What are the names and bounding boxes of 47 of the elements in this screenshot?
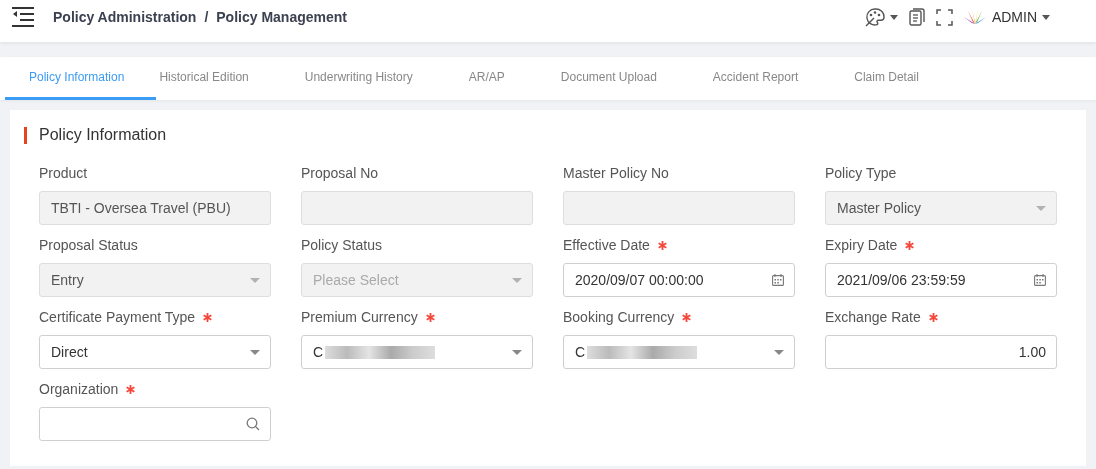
caret-icon <box>512 277 522 283</box>
user-name[interactable]: ADMIN <box>991 9 1037 25</box>
field-label: Premium Currency <box>301 309 418 325</box>
caret-icon <box>512 349 522 355</box>
field-label: Certificate Payment Type <box>39 309 196 325</box>
number-field[interactable]: 1.00 <box>825 335 1057 369</box>
document-icon[interactable] <box>908 8 925 26</box>
search-icon <box>246 417 260 431</box>
date-field[interactable]: 2020/09/07 00:00:00 <box>563 263 795 297</box>
dropdown[interactable]: C <box>563 335 795 369</box>
search-field[interactable] <box>39 407 271 441</box>
tab[interactable]: Accident Report <box>688 57 831 100</box>
caret-icon <box>250 277 260 283</box>
tab[interactable]: Claim Detail <box>830 57 951 100</box>
menu-icon[interactable] <box>12 7 34 27</box>
fullscreen-icon[interactable] <box>935 8 953 26</box>
date-field[interactable]: 2021/09/06 23:59:59 <box>825 263 1057 297</box>
calendar-icon <box>772 274 784 286</box>
tab[interactable]: AR/AP <box>444 57 537 100</box>
tab[interactable]: Underwriting History <box>280 57 445 100</box>
field-label: Proposal No <box>301 165 379 181</box>
field-label: Booking Currency <box>563 309 675 325</box>
calendar-icon <box>1034 274 1046 286</box>
field-label: Product <box>39 165 88 181</box>
tab[interactable]: Historical Edition <box>156 57 281 100</box>
field-label: Organization <box>39 381 119 397</box>
field-label: Effective Date <box>563 237 650 253</box>
caret-icon <box>250 349 260 355</box>
breadcrumb-item[interactable]: Policy Administration <box>53 9 197 25</box>
breadcrumb-item[interactable]: Policy Management <box>216 9 347 25</box>
tab[interactable]: Document Upload <box>536 57 689 100</box>
field-label: Exchange Rate <box>825 309 921 325</box>
caret-icon[interactable] <box>1042 14 1050 20</box>
breadcrumb-separator: / <box>204 9 209 25</box>
field-label: Expiry Date <box>825 237 898 253</box>
field-label: Policy Type <box>825 165 897 181</box>
caret-icon <box>1036 205 1046 211</box>
caret-icon[interactable] <box>889 14 898 20</box>
caret-icon <box>774 349 784 355</box>
field-label: Proposal Status <box>39 237 138 253</box>
palette-icon[interactable] <box>864 7 885 27</box>
field-label: Policy Status <box>301 237 382 253</box>
section-marker <box>24 126 27 144</box>
dropdown[interactable]: Direct <box>39 335 271 369</box>
dropdown[interactable]: C <box>301 335 533 369</box>
section-title: Policy Information <box>39 126 167 144</box>
field-label: Master Policy No <box>563 165 669 181</box>
